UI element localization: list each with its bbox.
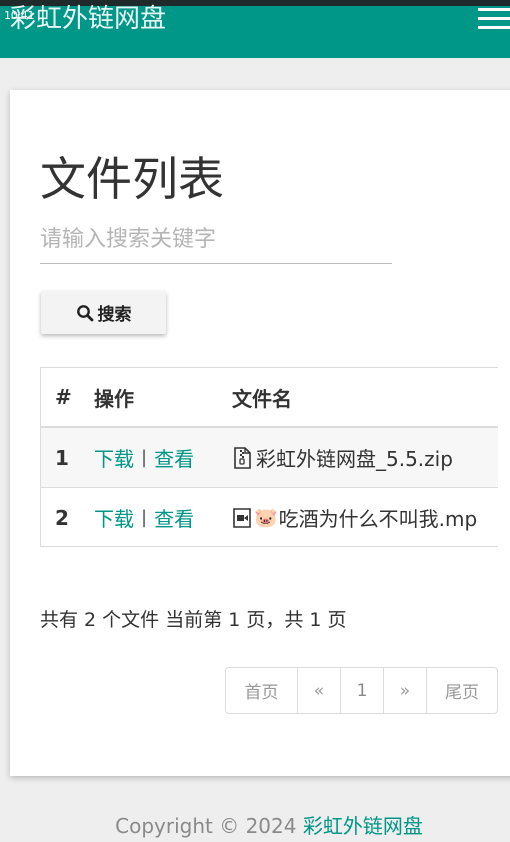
app-bar: 彩虹外链网盘 10:41: [0, 0, 510, 58]
copyright-text: Copyright © 2024: [115, 814, 303, 838]
row-number: 2: [55, 505, 69, 530]
column-header-number: #: [55, 385, 72, 409]
file-video-icon: [233, 507, 251, 528]
search-button-label: 搜索: [97, 305, 132, 325]
action-separator: |: [141, 507, 148, 528]
pig-emoji: 🐷: [254, 507, 278, 529]
footer-brand-link[interactable]: 彩虹外链网盘: [303, 814, 423, 838]
search-field[interactable]: [40, 216, 392, 264]
column-header-filename: 文件名: [232, 386, 292, 411]
hamburger-icon[interactable]: [476, 6, 510, 32]
view-link[interactable]: 查看: [154, 503, 194, 532]
search-icon: [76, 304, 93, 321]
file-name-cell[interactable]: 彩虹外链网盘_5.5.zip: [232, 428, 453, 487]
search-button[interactable]: 搜索: [41, 291, 166, 334]
page-title: 文件列表: [40, 152, 224, 206]
column-header-actions: 操作: [94, 386, 134, 411]
download-link[interactable]: 下载: [94, 503, 134, 532]
table-row: 2 下载 | 查看 🐷 吃酒为什么不叫我.mp: [41, 488, 498, 546]
status-time: 10:41: [4, 9, 35, 22]
file-zip-icon: [234, 446, 251, 469]
view-link[interactable]: 查看: [154, 443, 194, 472]
footer: Copyright © 2024 彩虹外链网盘: [0, 810, 510, 839]
action-separator: |: [141, 447, 148, 468]
prev-page-button[interactable]: «: [297, 668, 340, 713]
row-number: 1: [55, 445, 69, 470]
download-link[interactable]: 下载: [94, 443, 134, 472]
file-table: # 操作 文件名 1 下载 | 查看 彩虹外链网盘_5.5.zip 2 下载 |…: [40, 367, 498, 547]
file-name: 彩虹外链网盘_5.5.zip: [256, 447, 453, 471]
table-header: # 操作 文件名: [41, 368, 498, 428]
next-page-button[interactable]: »: [383, 668, 426, 713]
search-input[interactable]: [40, 216, 392, 263]
file-name-cell[interactable]: 🐷 吃酒为什么不叫我.mp: [232, 488, 478, 546]
row-actions: 下载 | 查看: [94, 488, 194, 546]
row-actions: 下载 | 查看: [94, 428, 194, 487]
table-row: 1 下载 | 查看 彩虹外链网盘_5.5.zip: [41, 428, 498, 488]
first-page-button[interactable]: 首页: [226, 668, 297, 713]
file-name: 吃酒为什么不叫我.mp: [278, 507, 478, 531]
page-number-button[interactable]: 1: [340, 668, 383, 713]
last-page-button[interactable]: 尾页: [426, 668, 497, 713]
pagination: 首页 « 1 » 尾页: [225, 667, 498, 714]
file-summary: 共有 2 个文件 当前第 1 页，共 1 页: [40, 609, 347, 631]
